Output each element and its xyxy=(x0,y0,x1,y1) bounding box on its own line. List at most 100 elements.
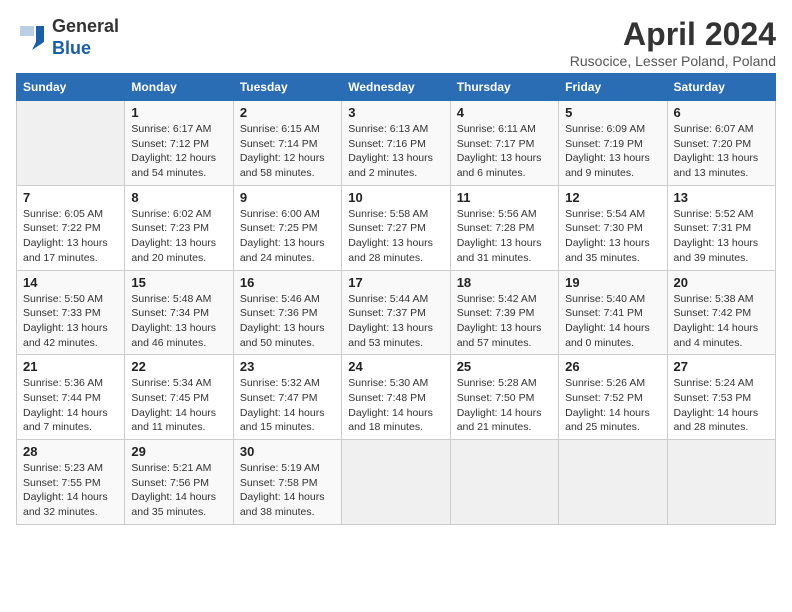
day-info: Sunrise: 5:58 AM Sunset: 7:27 PM Dayligh… xyxy=(348,207,443,266)
calendar-cell: 19Sunrise: 5:40 AM Sunset: 7:41 PM Dayli… xyxy=(559,270,667,355)
day-number: 7 xyxy=(23,190,118,205)
day-number: 13 xyxy=(674,190,769,205)
day-info: Sunrise: 5:21 AM Sunset: 7:56 PM Dayligh… xyxy=(131,461,226,520)
day-info: Sunrise: 6:17 AM Sunset: 7:12 PM Dayligh… xyxy=(131,122,226,181)
day-info: Sunrise: 6:02 AM Sunset: 7:23 PM Dayligh… xyxy=(131,207,226,266)
calendar-cell: 25 Sunrise: 5:28 AM Sunset: 7:50 PM Dayli… xyxy=(450,355,558,440)
day-number: 24 xyxy=(348,359,443,374)
day-number: 9 xyxy=(240,190,335,205)
day-number: 14 xyxy=(23,275,118,290)
day-number: 2 xyxy=(240,105,335,120)
calendar-cell: 16 Sunrise: 5:46 AM Sunset: 7:36 PM Dayli… xyxy=(233,270,341,355)
day-info: Sunrise: 5:34 AM Sunset: 7:45 PM Dayligh… xyxy=(131,376,226,435)
day-info: Sunrise: 5:56 AM Sunset: 7:28 PM Dayligh… xyxy=(457,207,552,266)
day-info: Sunrise: 5:42 AM Sunset: 7:39 PM Dayligh… xyxy=(457,292,552,351)
day-number: 15 xyxy=(131,275,226,290)
day-number: 17 xyxy=(348,275,443,290)
day-number: 26 xyxy=(565,359,660,374)
week-row-4: 21 Sunrise: 5:36 AM Sunset: 7:44 PM Dayli… xyxy=(17,355,776,440)
calendar-table: SundayMondayTuesdayWednesdayThursdayFrid… xyxy=(16,73,776,525)
day-number: 5 xyxy=(565,105,660,120)
logo-blue: Blue xyxy=(52,38,119,60)
day-info: Sunrise: 5:54 AM Sunset: 7:30 PM Dayligh… xyxy=(565,207,660,266)
day-info: Sunrise: 5:36 AM Sunset: 7:44 PM Dayligh… xyxy=(23,376,118,435)
calendar-cell: 15 Sunrise: 5:48 AM Sunset: 7:34 PM Dayli… xyxy=(125,270,233,355)
day-info: Sunrise: 5:52 AM Sunset: 7:31 PM Dayligh… xyxy=(674,207,769,266)
weekday-header-thursday: Thursday xyxy=(450,74,558,101)
day-info: Sunrise: 5:23 AM Sunset: 7:55 PM Dayligh… xyxy=(23,461,118,520)
calendar-cell: 22 Sunrise: 5:34 AM Sunset: 7:45 PM Dayli… xyxy=(125,355,233,440)
day-number: 6 xyxy=(674,105,769,120)
day-number: 27 xyxy=(674,359,769,374)
weekday-header-tuesday: Tuesday xyxy=(233,74,341,101)
day-number: 1 xyxy=(131,105,226,120)
day-number: 21 xyxy=(23,359,118,374)
calendar-cell: 21 Sunrise: 5:36 AM Sunset: 7:44 PM Dayli… xyxy=(17,355,125,440)
calendar-cell: 18 Sunrise: 5:42 AM Sunset: 7:39 PM Dayli… xyxy=(450,270,558,355)
calendar-cell: 3Sunrise: 6:13 AM Sunset: 7:16 PM Daylig… xyxy=(342,101,450,186)
calendar-cell: 12 Sunrise: 5:54 AM Sunset: 7:30 PM Dayli… xyxy=(559,185,667,270)
calendar-cell: 30 Sunrise: 5:19 AM Sunset: 7:58 PM Dayli… xyxy=(233,440,341,525)
calendar-cell: 20Sunrise: 5:38 AM Sunset: 7:42 PM Dayli… xyxy=(667,270,775,355)
calendar-cell: 17Sunrise: 5:44 AM Sunset: 7:37 PM Dayli… xyxy=(342,270,450,355)
day-info: Sunrise: 5:48 AM Sunset: 7:34 PM Dayligh… xyxy=(131,292,226,351)
weekday-header-monday: Monday xyxy=(125,74,233,101)
day-number: 28 xyxy=(23,444,118,459)
day-number: 23 xyxy=(240,359,335,374)
calendar-cell: 13 Sunrise: 5:52 AM Sunset: 7:31 PM Dayli… xyxy=(667,185,775,270)
day-number: 16 xyxy=(240,275,335,290)
calendar-cell: 9 Sunrise: 6:00 AM Sunset: 7:25 PM Daylig… xyxy=(233,185,341,270)
day-info: Sunrise: 5:46 AM Sunset: 7:36 PM Dayligh… xyxy=(240,292,335,351)
calendar-cell: 6 Sunrise: 6:07 AM Sunset: 7:20 PM Daylig… xyxy=(667,101,775,186)
week-row-3: 14 Sunrise: 5:50 AM Sunset: 7:33 PM Dayli… xyxy=(17,270,776,355)
weekday-header-saturday: Saturday xyxy=(667,74,775,101)
weekday-header-wednesday: Wednesday xyxy=(342,74,450,101)
calendar-cell: 11 Sunrise: 5:56 AM Sunset: 7:28 PM Dayli… xyxy=(450,185,558,270)
day-number: 11 xyxy=(457,190,552,205)
day-number: 3 xyxy=(348,105,443,120)
day-info: Sunrise: 5:50 AM Sunset: 7:33 PM Dayligh… xyxy=(23,292,118,351)
location: Rusocice, Lesser Poland, Poland xyxy=(570,53,776,69)
day-info: Sunrise: 6:00 AM Sunset: 7:25 PM Dayligh… xyxy=(240,207,335,266)
day-info: Sunrise: 5:30 AM Sunset: 7:48 PM Dayligh… xyxy=(348,376,443,435)
month-title: April 2024 xyxy=(570,16,776,53)
calendar-cell: 1 Sunrise: 6:17 AM Sunset: 7:12 PM Daylig… xyxy=(125,101,233,186)
calendar-cell xyxy=(450,440,558,525)
day-info: Sunrise: 5:28 AM Sunset: 7:50 PM Dayligh… xyxy=(457,376,552,435)
day-number: 22 xyxy=(131,359,226,374)
calendar-cell: 24 Sunrise: 5:30 AM Sunset: 7:48 PM Dayli… xyxy=(342,355,450,440)
day-info: Sunrise: 5:40 AM Sunset: 7:41 PM Dayligh… xyxy=(565,292,660,351)
calendar-cell: 27 Sunrise: 5:24 AM Sunset: 7:53 PM Dayli… xyxy=(667,355,775,440)
day-info: Sunrise: 6:15 AM Sunset: 7:14 PM Dayligh… xyxy=(240,122,335,181)
day-info: Sunrise: 6:09 AM Sunset: 7:19 PM Dayligh… xyxy=(565,122,660,181)
day-number: 30 xyxy=(240,444,335,459)
day-number: 25 xyxy=(457,359,552,374)
calendar-cell: 29 Sunrise: 5:21 AM Sunset: 7:56 PM Dayli… xyxy=(125,440,233,525)
calendar-cell: 28 Sunrise: 5:23 AM Sunset: 7:55 PM Dayli… xyxy=(17,440,125,525)
day-number: 20 xyxy=(674,275,769,290)
calendar-cell xyxy=(17,101,125,186)
calendar-cell xyxy=(667,440,775,525)
logo-text: General Blue xyxy=(52,16,119,59)
weekday-header-sunday: Sunday xyxy=(17,74,125,101)
week-row-1: 1 Sunrise: 6:17 AM Sunset: 7:12 PM Daylig… xyxy=(17,101,776,186)
week-row-2: 7 Sunrise: 6:05 AM Sunset: 7:22 PM Daylig… xyxy=(17,185,776,270)
day-number: 4 xyxy=(457,105,552,120)
weekday-header-friday: Friday xyxy=(559,74,667,101)
day-number: 29 xyxy=(131,444,226,459)
weekday-header-row: SundayMondayTuesdayWednesdayThursdayFrid… xyxy=(17,74,776,101)
day-number: 12 xyxy=(565,190,660,205)
header: General Blue April 2024 Rusocice, Lesser… xyxy=(16,16,776,69)
day-info: Sunrise: 5:32 AM Sunset: 7:47 PM Dayligh… xyxy=(240,376,335,435)
title-area: April 2024 Rusocice, Lesser Poland, Pola… xyxy=(570,16,776,69)
day-number: 18 xyxy=(457,275,552,290)
day-info: Sunrise: 6:05 AM Sunset: 7:22 PM Dayligh… xyxy=(23,207,118,266)
day-info: Sunrise: 6:07 AM Sunset: 7:20 PM Dayligh… xyxy=(674,122,769,181)
calendar-cell xyxy=(559,440,667,525)
calendar-cell: 8Sunrise: 6:02 AM Sunset: 7:23 PM Daylig… xyxy=(125,185,233,270)
day-info: Sunrise: 5:19 AM Sunset: 7:58 PM Dayligh… xyxy=(240,461,335,520)
day-info: Sunrise: 5:26 AM Sunset: 7:52 PM Dayligh… xyxy=(565,376,660,435)
day-info: Sunrise: 5:24 AM Sunset: 7:53 PM Dayligh… xyxy=(674,376,769,435)
logo-icon xyxy=(16,22,48,54)
calendar-cell: 10Sunrise: 5:58 AM Sunset: 7:27 PM Dayli… xyxy=(342,185,450,270)
